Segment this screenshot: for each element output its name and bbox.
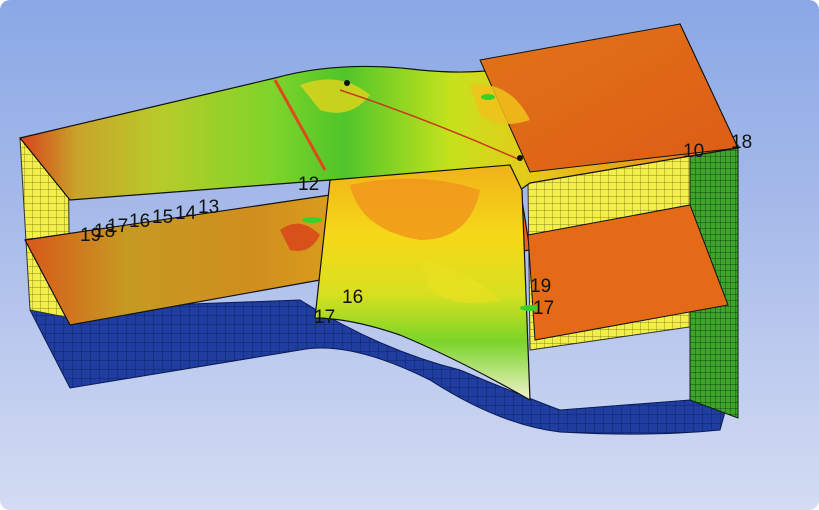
contour-label: 17 xyxy=(533,298,554,319)
contour-label: 19 xyxy=(530,276,551,297)
contour-label: 10 xyxy=(683,141,704,162)
contour-label: 17 xyxy=(314,307,335,328)
probe-marker xyxy=(302,217,322,223)
contour-label: 12 xyxy=(298,174,319,195)
contour-label: 16 xyxy=(342,287,363,308)
contour-label: 18 xyxy=(731,132,752,153)
contour-label: 15 xyxy=(152,207,173,228)
probe-marker xyxy=(481,94,495,100)
contour-label: 13 xyxy=(198,197,219,218)
contour-label: 19 xyxy=(80,225,101,246)
cascade-passage-render: 13 14 15 16 17 18 19 12 10 18 19 17 16 1… xyxy=(18,23,752,435)
contour-label: 14 xyxy=(175,203,197,224)
3d-viewport[interactable]: 13 14 15 16 17 18 19 12 10 18 19 17 16 1… xyxy=(0,0,819,510)
contour-label: 16 xyxy=(129,211,150,232)
probe-marker xyxy=(344,80,350,86)
probe-marker xyxy=(517,155,523,161)
